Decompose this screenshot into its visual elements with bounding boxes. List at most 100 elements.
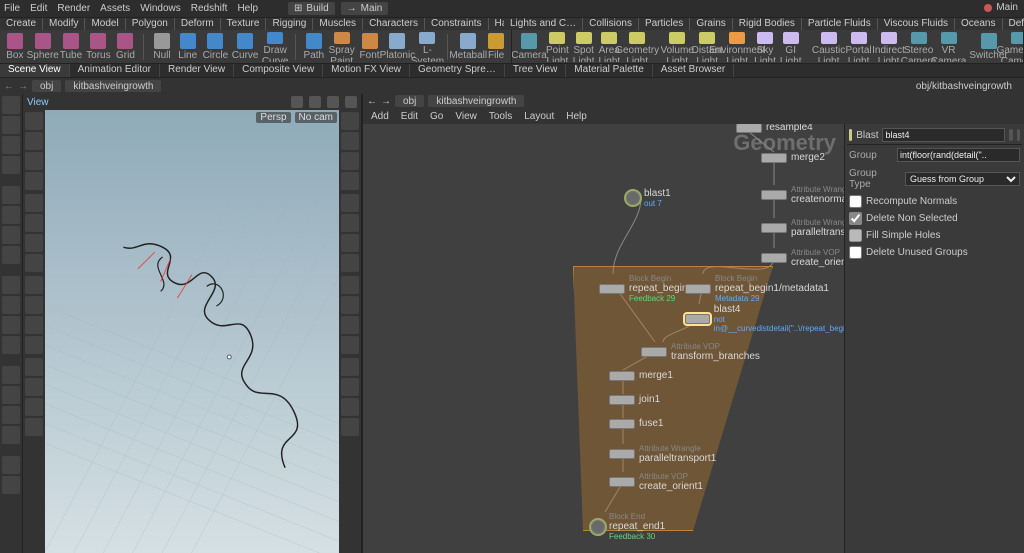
curve-icon[interactable]: Curve: [232, 32, 258, 62]
vp-tool-icon[interactable]: [345, 96, 357, 108]
spraypaint-icon[interactable]: Spray Paint: [329, 32, 355, 62]
sphere-icon[interactable]: Sphere: [30, 32, 56, 62]
tool-button-icon[interactable]: [341, 234, 359, 252]
tool-button-icon[interactable]: [25, 254, 43, 272]
tool-button-icon[interactable]: [25, 234, 43, 252]
null-icon[interactable]: Null: [151, 32, 173, 62]
shelf-tab[interactable]: Rigid Bodies: [733, 18, 802, 30]
path-icon[interactable]: Path: [303, 32, 325, 62]
tool-button-icon[interactable]: [25, 276, 43, 294]
tool-button-icon[interactable]: [25, 296, 43, 314]
tool-button-icon[interactable]: [25, 398, 43, 416]
spotlight-icon[interactable]: Spot Light: [573, 32, 595, 62]
node-repeat_begin[interactable]: Block Beginrepeat_begin1Feedback 29: [599, 274, 693, 303]
stereo-icon[interactable]: Stereo Camera: [906, 32, 932, 62]
node-fuse1[interactable]: fuse1: [609, 418, 663, 429]
tool-button-icon[interactable]: [25, 336, 43, 354]
node-paralleltransport[interactable]: Attribute Wrangleparalleltransport4: [761, 218, 844, 238]
netmenu-view[interactable]: View: [455, 111, 477, 122]
tool-button-icon[interactable]: [341, 398, 359, 416]
path-obj-chip[interactable]: obj: [32, 80, 61, 92]
pointlight-icon[interactable]: Point Light: [546, 32, 569, 62]
tool-button-icon[interactable]: [25, 378, 43, 396]
param-group-field[interactable]: [897, 148, 1020, 162]
pane-tab[interactable]: Asset Browser: [653, 64, 734, 77]
tool-button-icon[interactable]: [341, 418, 359, 436]
grid-icon[interactable]: Grid: [115, 32, 137, 62]
tool-button-icon[interactable]: [2, 156, 20, 174]
drawcurve-icon[interactable]: Draw Curve: [262, 32, 288, 62]
netmenu-layout[interactable]: Layout: [524, 111, 554, 122]
net-back-icon[interactable]: ←: [367, 96, 377, 107]
shelf-tab[interactable]: Grains: [690, 18, 732, 30]
net-node-chip[interactable]: kitbashveingrowth: [428, 95, 524, 107]
param-unused-checkbox[interactable]: [849, 246, 862, 259]
geolight-icon[interactable]: Geometry Light: [624, 32, 650, 62]
param-deletenon-checkbox[interactable]: [849, 212, 862, 225]
node-blast4[interactable]: blast4not in@__curvedistdetail("..\/repe…: [685, 304, 844, 333]
tool-button-icon[interactable]: [2, 96, 20, 114]
font-icon[interactable]: Font: [359, 32, 381, 62]
tool-button-icon[interactable]: [2, 296, 20, 314]
netmenu-help[interactable]: Help: [566, 111, 587, 122]
shelf-tab[interactable]: Particle Fluids: [802, 18, 878, 30]
shelf-tab[interactable]: Deform: [175, 18, 221, 30]
node-merge1[interactable]: merge1: [609, 370, 673, 381]
gilight-icon[interactable]: GI Light: [780, 32, 802, 62]
viewport-nocam-chip[interactable]: No cam: [295, 112, 337, 123]
skylight-icon[interactable]: Sky Light: [754, 32, 776, 62]
metaball-icon[interactable]: Metaball: [455, 32, 481, 62]
shelf-tab[interactable]: Collisions: [583, 18, 639, 30]
shelf-tab[interactable]: Lights and C…: [504, 18, 583, 30]
tool-button-icon[interactable]: [2, 316, 20, 334]
netmenu-edit[interactable]: Edit: [401, 111, 418, 122]
file-icon[interactable]: File: [485, 32, 507, 62]
tool-button-icon[interactable]: [341, 296, 359, 314]
shelf-tab[interactable]: Model: [85, 18, 125, 30]
tool-button-icon[interactable]: [341, 358, 359, 376]
node-repeat_end[interactable]: Block Endrepeat_end1Feedback 30: [591, 512, 665, 541]
vp-tool-icon[interactable]: [291, 96, 303, 108]
line-icon[interactable]: Line: [177, 32, 199, 62]
pane-tab[interactable]: Animation Editor: [70, 64, 160, 77]
shelf-tab[interactable]: Texture: [221, 18, 267, 30]
tool-button-icon[interactable]: [341, 214, 359, 232]
tool-button-icon[interactable]: [341, 378, 359, 396]
portallight-icon[interactable]: Portal Light: [846, 32, 872, 62]
param-recompute-checkbox[interactable]: [849, 195, 862, 208]
netmenu-tools[interactable]: Tools: [489, 111, 512, 122]
shelf-tab[interactable]: Characters: [363, 18, 425, 30]
net-obj-chip[interactable]: obj: [395, 95, 424, 107]
tool-button-icon[interactable]: [2, 386, 20, 404]
shelf-tab[interactable]: Create: [0, 18, 43, 30]
path-node-chip[interactable]: kitbashveingrowth: [65, 80, 161, 92]
tool-button-icon[interactable]: [341, 276, 359, 294]
tool-button-icon[interactable]: [2, 476, 20, 494]
tool-button-icon[interactable]: [341, 172, 359, 190]
vp-tool-icon[interactable]: [327, 96, 339, 108]
node-merge2[interactable]: merge2: [761, 152, 825, 163]
node-resample4[interactable]: resample4: [736, 124, 813, 133]
tool-button-icon[interactable]: [341, 132, 359, 150]
path-fwd-icon[interactable]: →: [18, 81, 28, 92]
path-back-icon[interactable]: ←: [4, 81, 14, 92]
torus-icon[interactable]: Torus: [86, 32, 110, 62]
vp-tool-icon[interactable]: [309, 96, 321, 108]
tool-button-icon[interactable]: [2, 116, 20, 134]
network-view[interactable]: Geometry resample4merge2Attribute Wrangl…: [363, 124, 844, 553]
pane-tab[interactable]: Motion FX View: [323, 64, 410, 77]
tool-button-icon[interactable]: [2, 206, 20, 224]
menu-edit[interactable]: Edit: [30, 3, 47, 14]
shelf-tab[interactable]: Constraints: [425, 18, 489, 30]
node-name-field[interactable]: [882, 128, 1005, 142]
shelf-tab[interactable]: Muscles: [313, 18, 363, 30]
shelf-tab[interactable]: Viscous Fluids: [878, 18, 955, 30]
shelf-tab[interactable]: Deform: [1003, 18, 1024, 30]
tool-button-icon[interactable]: [25, 194, 43, 212]
menu-help[interactable]: Help: [237, 3, 258, 14]
netmenu-add[interactable]: Add: [371, 111, 389, 122]
tool-button-icon[interactable]: [2, 136, 20, 154]
menu-file[interactable]: File: [4, 3, 20, 14]
tool-button-icon[interactable]: [2, 276, 20, 294]
net-fwd-icon[interactable]: →: [381, 96, 391, 107]
